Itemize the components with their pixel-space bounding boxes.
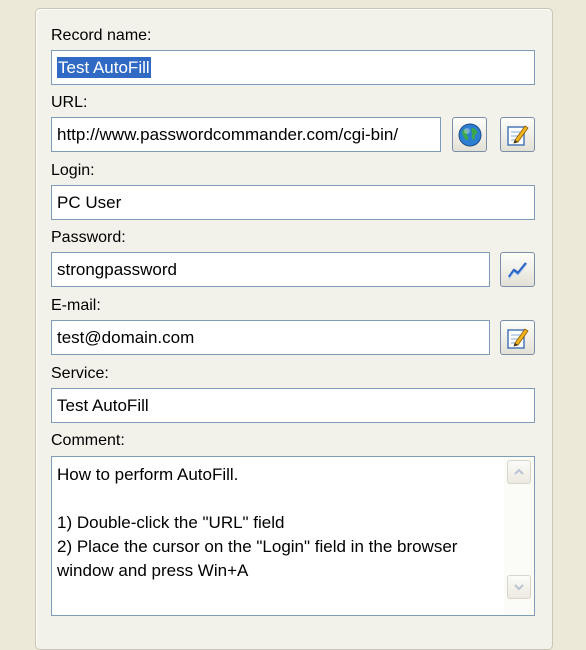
edit-icon bbox=[506, 124, 529, 146]
email-field[interactable]: test@domain.com bbox=[51, 320, 490, 355]
email-label: E-mail: bbox=[51, 297, 101, 314]
record-name-value: Test AutoFill bbox=[57, 57, 151, 78]
record-name-field[interactable]: Test AutoFill bbox=[51, 50, 535, 85]
scroll-up-button[interactable] bbox=[507, 460, 531, 484]
password-generator-icon bbox=[507, 261, 527, 279]
password-label: Password: bbox=[51, 229, 126, 246]
url-field[interactable]: http://www.passwordcommander.com/cgi-bin… bbox=[51, 117, 441, 152]
edit-url-button[interactable] bbox=[500, 117, 535, 152]
login-label: Login: bbox=[51, 162, 95, 179]
comment-label: Comment: bbox=[51, 432, 125, 449]
password-field[interactable]: strongpassword bbox=[51, 252, 490, 287]
scroll-down-arrow-icon bbox=[514, 584, 524, 591]
edit-icon bbox=[506, 327, 529, 349]
password-generator-button[interactable] bbox=[500, 252, 535, 287]
edit-email-button[interactable] bbox=[500, 320, 535, 355]
globe-icon bbox=[458, 123, 481, 146]
open-url-button[interactable] bbox=[452, 117, 487, 152]
login-field[interactable]: PC User bbox=[51, 185, 535, 220]
service-label: Service: bbox=[51, 365, 109, 382]
comment-textarea[interactable]: How to perform AutoFill. 1) Double-click… bbox=[51, 456, 535, 616]
url-label: URL: bbox=[51, 94, 88, 111]
record-name-label: Record name: bbox=[51, 27, 152, 44]
comment-text: How to perform AutoFill. 1) Double-click… bbox=[57, 465, 458, 580]
service-field[interactable]: Test AutoFill bbox=[51, 388, 535, 423]
scroll-down-button[interactable] bbox=[507, 575, 531, 599]
comment-scrollbar[interactable] bbox=[504, 457, 534, 615]
scroll-up-arrow-icon bbox=[514, 468, 524, 475]
